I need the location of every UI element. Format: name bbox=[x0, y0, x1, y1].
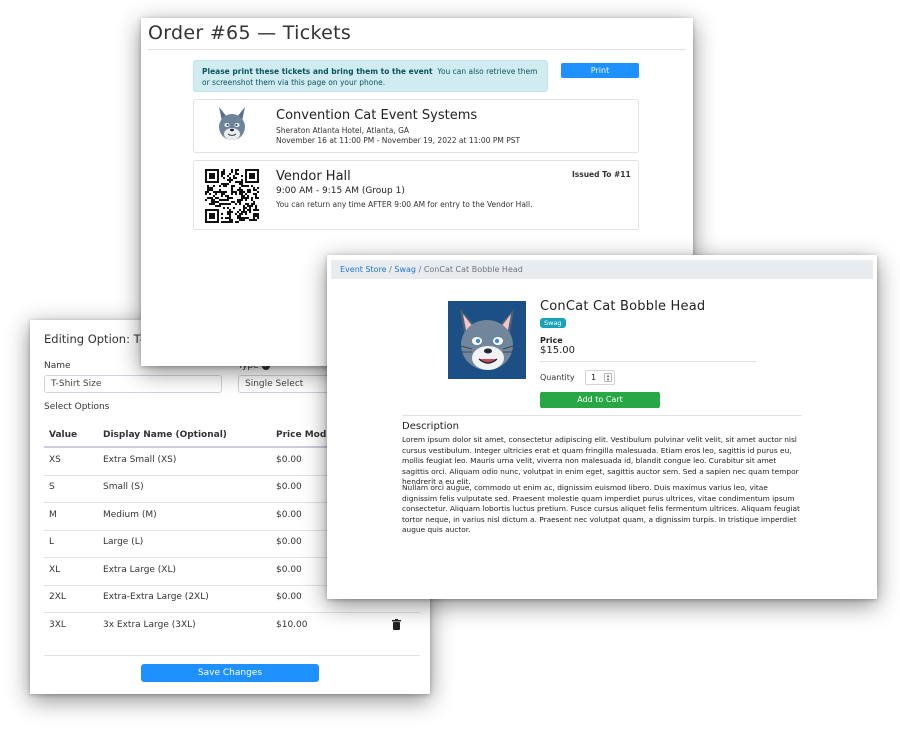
title-divider bbox=[148, 49, 686, 50]
footer-divider bbox=[44, 655, 420, 656]
row-value[interactable]: M bbox=[49, 510, 57, 520]
event-dates: November 16 at 11:00 PM - November 19, 2… bbox=[276, 136, 521, 145]
issued-to: Issued To #11 bbox=[572, 170, 631, 179]
row-display[interactable]: Large (L) bbox=[103, 537, 143, 547]
price-label: Price bbox=[540, 336, 563, 345]
price-divider bbox=[540, 361, 756, 362]
breadcrumb-event-store[interactable]: Event Store bbox=[340, 265, 387, 274]
row-price[interactable]: $0.00 bbox=[276, 455, 302, 465]
row-display[interactable]: Small (S) bbox=[103, 482, 144, 492]
ticket-note: You can return any time AFTER 9:00 AM fo… bbox=[276, 200, 533, 209]
row-value[interactable]: L bbox=[49, 537, 54, 547]
description-paragraph: Nullam orci augue, commodo ut enim ac, d… bbox=[402, 483, 800, 535]
quantity-stepper[interactable]: 1 ▴ ▾ bbox=[585, 370, 615, 385]
ticket-time: 9:00 AM - 9:15 AM (Group 1) bbox=[276, 186, 405, 196]
print-notice: Please print these tickets and bring the… bbox=[193, 60, 548, 92]
qr-code-icon bbox=[205, 169, 259, 227]
row-value[interactable]: S bbox=[49, 482, 55, 492]
trash-icon[interactable] bbox=[392, 619, 401, 633]
event-location: Sheraton Atlanta Hotel, Atlanta, GA bbox=[276, 126, 410, 135]
save-changes-button[interactable]: Save Changes bbox=[141, 664, 319, 682]
row-value[interactable]: XL bbox=[49, 565, 60, 575]
notice-bold-text: Please print these tickets and bring the… bbox=[202, 67, 433, 76]
row-display[interactable]: 3x Extra Large (3XL) bbox=[103, 620, 196, 630]
cat-logo-icon bbox=[214, 105, 250, 149]
row-price[interactable]: $10.00 bbox=[276, 620, 308, 630]
event-card: Convention Cat Event Systems Sheraton At… bbox=[193, 99, 639, 153]
row-display[interactable]: Extra-Extra Large (2XL) bbox=[103, 592, 209, 602]
row-price[interactable]: $0.00 bbox=[276, 482, 302, 492]
product-image bbox=[448, 301, 526, 379]
ticket-card: Vendor Hall 9:00 AM - 9:15 AM (Group 1) … bbox=[193, 160, 639, 230]
row-price[interactable]: $0.00 bbox=[276, 565, 302, 575]
row-display[interactable]: Extra Small (XS) bbox=[103, 455, 176, 465]
cat-mascot-icon bbox=[448, 301, 526, 379]
name-input[interactable]: T-Shirt Size bbox=[44, 375, 222, 393]
col-display-header: Display Name (Optional) bbox=[103, 430, 227, 440]
price-value: $15.00 bbox=[540, 345, 575, 356]
name-label: Name bbox=[44, 361, 71, 371]
ticket-name: Vendor Hall bbox=[276, 169, 351, 184]
print-button[interactable]: Print bbox=[561, 63, 639, 78]
product-name: ConCat Cat Bobble Head bbox=[540, 299, 706, 314]
quantity-label: Quantity bbox=[540, 373, 575, 382]
row-display[interactable]: Extra Large (XL) bbox=[103, 565, 176, 575]
row-price[interactable]: $0.00 bbox=[276, 592, 302, 602]
row-value[interactable]: 2XL bbox=[49, 592, 66, 602]
row-divider bbox=[44, 612, 420, 613]
product-panel: Event Store / Swag / ConCat Cat Bobble H… bbox=[327, 255, 877, 599]
row-price[interactable]: $0.00 bbox=[276, 537, 302, 547]
row-display[interactable]: Medium (M) bbox=[103, 510, 157, 520]
event-name: Convention Cat Event Systems bbox=[276, 108, 478, 123]
breadcrumb: Event Store / Swag / ConCat Cat Bobble H… bbox=[331, 260, 873, 279]
description-paragraph: Lorem ipsum dolor sit amet, consectetur … bbox=[402, 435, 799, 487]
breadcrumb-current: ConCat Cat Bobble Head bbox=[423, 265, 523, 274]
row-price[interactable]: $0.00 bbox=[276, 510, 302, 520]
category-badge: Swag bbox=[540, 318, 566, 328]
row-value[interactable]: 3XL bbox=[49, 620, 66, 630]
add-to-cart-button[interactable]: Add to Cart bbox=[540, 392, 660, 408]
col-value-header: Value bbox=[49, 430, 78, 440]
row-value[interactable]: XS bbox=[49, 455, 61, 465]
page-title: Order #65 — Tickets bbox=[148, 22, 352, 44]
description-divider bbox=[402, 415, 802, 416]
breadcrumb-swag[interactable]: Swag bbox=[394, 265, 416, 274]
select-options-label: Select Options bbox=[44, 402, 110, 412]
spinner-icon[interactable]: ▴ ▾ bbox=[604, 373, 612, 383]
description-title: Description bbox=[402, 421, 459, 432]
quantity-value[interactable]: 1 bbox=[591, 373, 596, 382]
